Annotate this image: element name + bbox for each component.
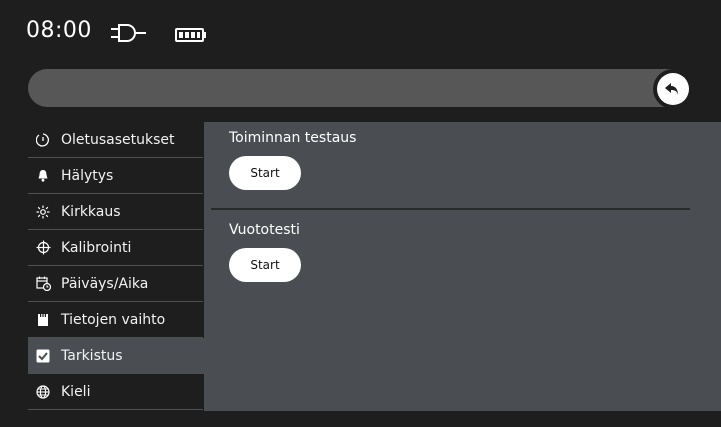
plug-icon	[110, 22, 152, 48]
sidebar-item-kieli[interactable]: Kieli	[28, 374, 203, 410]
sidebar-item-halytys[interactable]: Hälytys	[28, 158, 203, 194]
tarkistus-panel: Toiminnan testaus Start Vuototesti Start	[204, 122, 721, 411]
sidebar-item-label: Kalibrointi	[61, 239, 132, 256]
sidebar-item-label: Tietojen vaihto	[61, 311, 166, 328]
clock-reset-icon	[34, 131, 52, 149]
crosshair-icon	[34, 239, 52, 257]
sd-card-icon	[34, 311, 52, 329]
sidebar-item-label: Kirkkaus	[61, 203, 121, 220]
back-arrow-icon[interactable]	[657, 73, 689, 105]
clock-time: 08:00	[26, 18, 92, 43]
sidebar-item-kalibrointi[interactable]: Kalibrointi	[28, 230, 203, 266]
calendar-clock-icon	[34, 275, 52, 293]
section-title-vuototesti: Vuototesti	[229, 222, 300, 238]
start-leak-test-button[interactable]: Start	[229, 248, 301, 282]
section-divider	[211, 208, 690, 210]
status-bar: 08:00	[0, 0, 721, 64]
battery-icon	[175, 27, 207, 46]
sidebar-item-label: Kieli	[61, 383, 91, 400]
start-function-test-button[interactable]: Start	[229, 156, 301, 190]
globe-icon	[34, 383, 52, 401]
header-bar	[28, 69, 688, 107]
settings-sidebar: Oletusasetukset Hälytys Kirkkaus Kalibro…	[28, 122, 204, 410]
sidebar-item-paivays-aika[interactable]: Päiväys/Aika	[28, 266, 203, 302]
sidebar-item-label: Hälytys	[61, 167, 114, 184]
bell-icon	[34, 167, 52, 185]
sidebar-item-oletusasetukset[interactable]: Oletusasetukset	[28, 122, 203, 158]
sidebar-item-label: Tarkistus	[61, 348, 123, 364]
sidebar-item-tietojen-vaihto[interactable]: Tietojen vaihto	[28, 302, 203, 338]
sidebar-item-label: Oletusasetukset	[61, 131, 175, 148]
sidebar-item-tarkistus[interactable]: Tarkistus	[28, 338, 204, 374]
brightness-icon	[34, 203, 52, 221]
back-button[interactable]	[653, 69, 693, 109]
sidebar-item-kirkkaus[interactable]: Kirkkaus	[28, 194, 203, 230]
checkbox-icon	[34, 347, 52, 365]
section-title-toiminnan-testaus: Toiminnan testaus	[229, 130, 357, 146]
sidebar-item-label: Päiväys/Aika	[61, 275, 149, 292]
